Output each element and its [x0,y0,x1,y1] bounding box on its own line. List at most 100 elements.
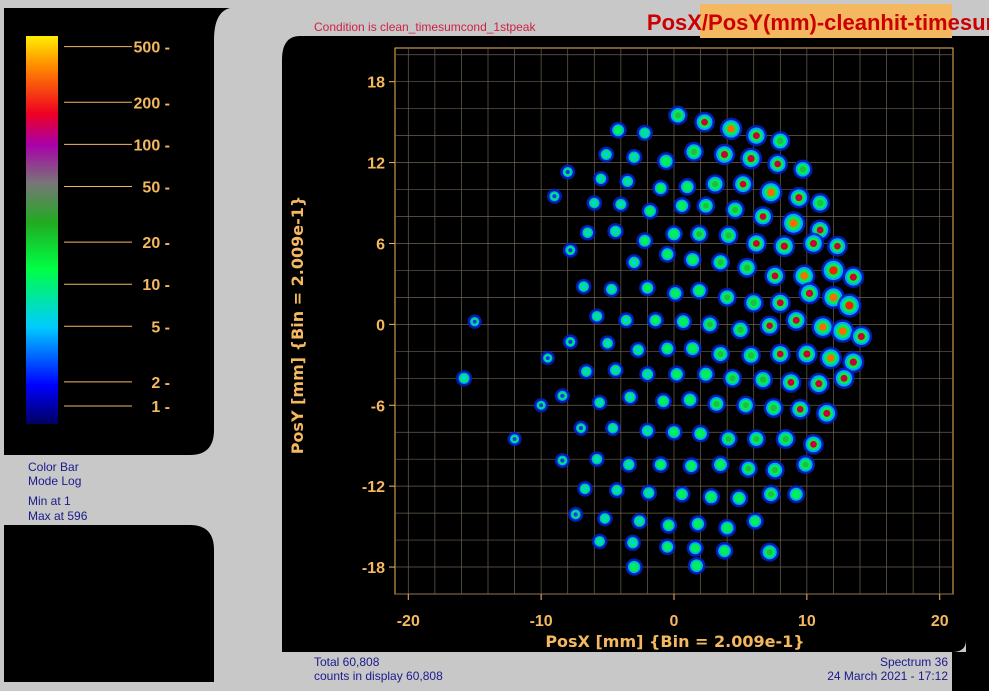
heatmap-spot-core [674,112,682,119]
heatmap-spot-core [671,429,677,435]
heatmap-spot-core [679,203,685,209]
heatmap-spot-core [613,367,618,373]
heatmap-spot-core [568,248,573,253]
colorbar-tick-label: 1 - [151,399,170,416]
heatmap-spot-core [845,301,854,310]
heatmap-spot-core [816,199,824,207]
heatmap-spot-core [776,299,784,307]
heatmap-spot-core [679,491,685,497]
y-tick-label: -6 [371,398,385,415]
heatmap-spot-core [646,490,652,496]
heatmap-spot-core [829,293,838,302]
counts-label: counts in display 60,808 [314,669,443,683]
colorbar-tick-label: 200 - [134,95,170,112]
heatmap-spot-core [792,316,800,324]
heatmap-spot-core [647,208,653,214]
heatmap-spot-core [759,376,767,383]
heatmap-spot-core [689,345,696,352]
heatmap-spot-core [625,179,630,184]
bottom-right-corner [952,652,989,691]
heatmap-spot-core [743,264,751,271]
date-label: 24 March 2021 - 17:12 [827,669,948,683]
heatmap-spot-core [703,202,709,209]
heatmap-spot-core [782,435,789,443]
right-edge [966,36,989,691]
heatmap-spot-core [674,371,680,377]
colorbar-mode-value: Mode Log [28,474,81,488]
heatmap-spot-core [732,206,739,213]
heatmap-spot-core [631,564,637,570]
y-axis-title: PosY [mm] {Bin = 2.009e-1} [288,196,307,455]
colorbar [26,36,58,424]
heatmap-spot-core [739,180,747,188]
x-axis-title: PosX [mm] {Bin = 2.009e-1} [545,632,804,651]
heatmap-spot-core [568,339,573,345]
heatmap-spot-core [688,463,694,469]
heatmap-spot-core [774,160,781,168]
heatmap-spot-core [680,318,686,325]
heatmap-spot-core [796,405,804,413]
spectrum-label: Spectrum 36 [880,655,948,669]
heatmap-spot-core [594,314,600,319]
heatmap-spot-core [736,495,742,502]
heatmap-spot-core [631,259,637,265]
histogram-title: PosX/PosY(mm)-cleanhit-timesum [647,10,989,35]
heatmap-spot-core [834,242,841,250]
y-tick-label: -12 [362,479,385,496]
heatmap-spot-core [545,356,550,361]
heatmap-spot-core [626,462,632,467]
heatmap-spot-core [747,352,755,359]
heatmap-spot-core [581,284,586,289]
heatmap-spot-core [645,428,650,434]
heatmap-spot-core [789,219,798,228]
heatmap-spot-core [696,287,703,294]
heatmap-spot-core [689,256,696,263]
heatmap-spot-core [618,202,624,207]
heatmap-spot-core [771,466,779,474]
heatmap-spot-core [658,185,664,191]
colorbar-tick-label: 50 - [142,179,170,196]
heatmap-spot-core [729,375,736,382]
heatmap-spot-core [800,272,808,280]
heatmap-spot-core [776,350,784,358]
heatmap-spot-core [745,465,752,472]
heatmap-spot-core [795,194,803,202]
heatmap-spot-core [666,522,672,528]
heatmap-spot-core [724,525,730,531]
heatmap-spot-core [721,548,728,554]
heatmap-spot-core [805,289,814,297]
heatmap-spot-core [803,350,811,358]
heatmap-spot-core [597,539,602,544]
lower-left-panel [4,525,214,682]
heatmap-spot-core [472,319,477,324]
heatmap-spot-core [703,371,709,378]
heatmap-spot-core [747,154,755,163]
heatmap-spot-core [690,148,698,155]
y-tick-label: 0 [376,317,385,334]
heatmap-spot-core [695,521,701,527]
heatmap-spot-core [766,549,773,556]
heatmap-spot-core [717,259,724,266]
heatmap-spot-core [642,130,648,136]
heatmap-spot-core [708,494,714,500]
heatmap-spot-core [724,294,731,301]
heatmap-spot-core [701,118,708,126]
colorbar-tick-label: 2 - [151,375,170,392]
heatmap-spot-core [512,437,517,441]
heatmap-spot-core [696,231,703,237]
heatmap-spot-core [609,286,614,292]
heatmap-spot-core [598,176,604,182]
heatmap-spot-core [737,326,744,333]
heatmap-spot-core [565,169,570,175]
heatmap-spot-core [816,226,824,234]
heatmap-spot-core [664,544,670,550]
heatmap-spot-core [827,354,835,362]
heatmap-spot-core [787,378,795,386]
min-label: Min at 1 [28,494,71,508]
heatmap-spot-core [645,371,650,377]
heatmap-spot-core [610,425,616,431]
heatmap-spot-core [627,394,633,400]
heatmap-spot-core [838,327,847,336]
condition-label: Condition is clean_timesumcond_1stpeak [314,20,536,34]
heatmap-spot-core [658,462,664,468]
